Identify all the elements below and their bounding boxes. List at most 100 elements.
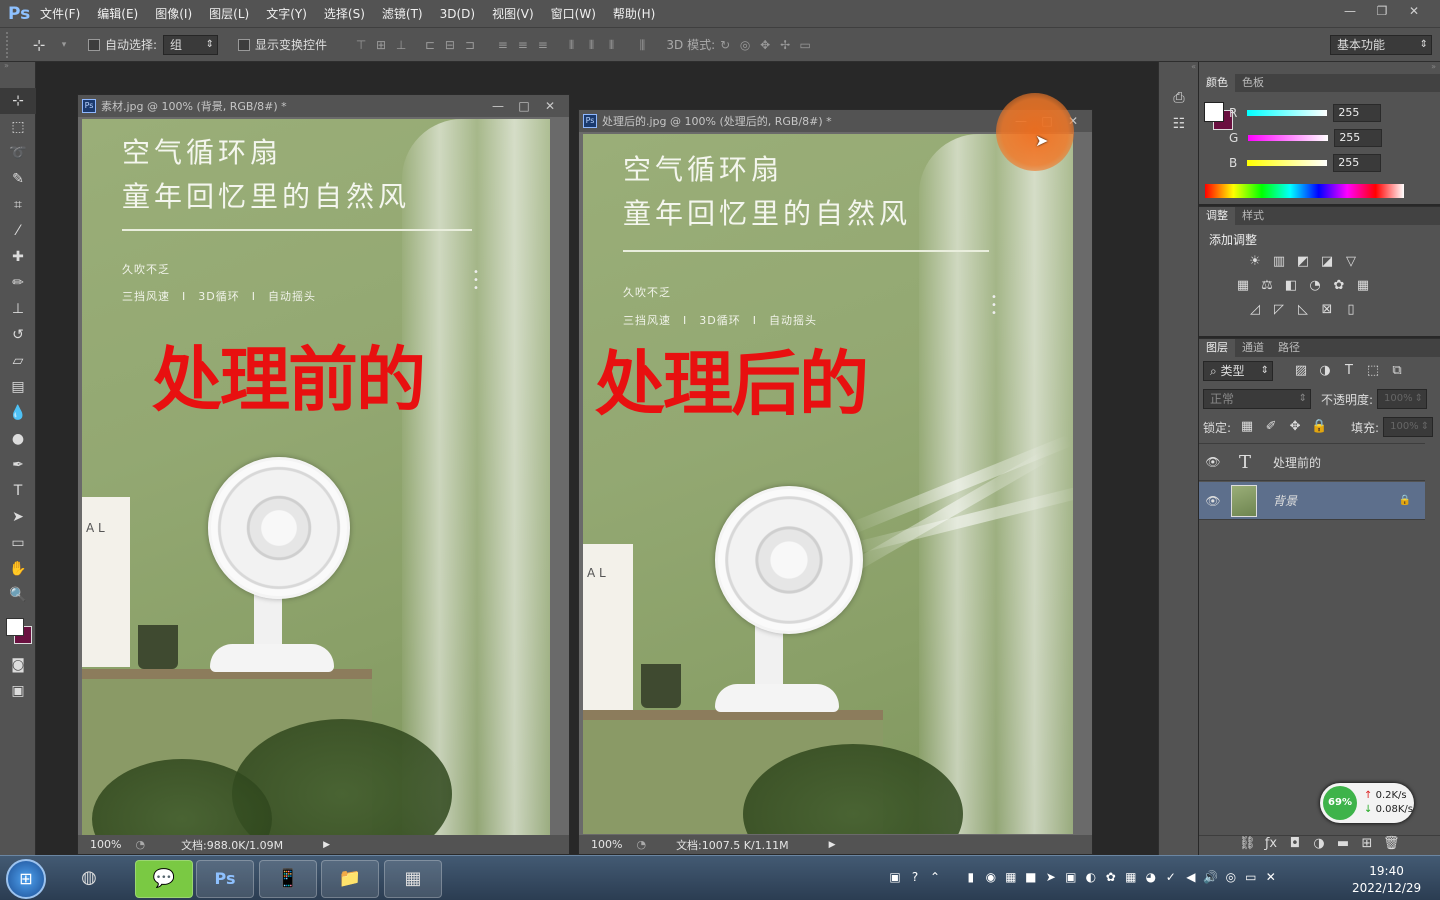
exposure-icon[interactable]: ◪ [1319,254,1335,270]
tray-icon-12[interactable]: ◀ [1183,870,1199,886]
canvas-before[interactable]: 空气循环扇 童年回忆里的自然风 久吹不乏 三挡风速 I 3D循环 I 自动摇头 … [82,119,550,835]
volume-icon[interactable]: 🔊 [1203,870,1219,886]
filter-adjust-icon[interactable]: ◑ [1317,363,1333,379]
distribute-vcenter-icon[interactable]: ≡ [516,38,530,52]
levels-icon[interactable]: ▥ [1271,254,1287,270]
align-top-icon[interactable]: ⊤ [354,38,368,52]
tab-adjustments[interactable]: 调整 [1199,207,1235,225]
start-button[interactable]: ⊞ [6,859,46,899]
crop-tool-icon[interactable]: ⌗ [0,192,36,218]
distribute-right-icon[interactable]: ⫴ [605,38,619,52]
show-transform-checkbox[interactable] [238,38,251,51]
gradient-tool-icon[interactable]: ▤ [0,374,36,400]
photoshop-taskbar-icon[interactable]: Ps [196,860,254,898]
tray-icon-8[interactable]: ✿ [1103,870,1119,886]
tab-styles[interactable]: 样式 [1235,207,1271,225]
tray-icon-3[interactable]: ▦ [1003,870,1019,886]
tray-icon-5[interactable]: ➤ [1043,870,1059,886]
phone-app-icon[interactable]: 📱 [259,860,317,898]
lock-all-icon[interactable]: 🔒 [1311,419,1327,435]
tray-icon-7[interactable]: ◐ [1083,870,1099,886]
tray-icon-11[interactable]: ✓ [1163,870,1179,886]
hand-tool-icon[interactable]: ✋ [0,556,36,582]
properties-panel-icon[interactable]: ☷ [1159,111,1199,137]
link-layers-icon[interactable]: ⛓ [1239,836,1256,852]
menu-layer[interactable]: 图层(L) [209,5,249,22]
doc-close-icon[interactable]: ✕ [537,97,563,115]
tab-paths[interactable]: 路径 [1271,339,1307,357]
auto-align-icon[interactable]: ⫼ [635,38,649,52]
qq-icon[interactable]: ◕ [1143,870,1159,886]
tray-expand-icon[interactable]: ⌃ [927,870,943,886]
filter-type-icon[interactable]: T [1341,363,1357,379]
battery-icon[interactable]: ▮ [963,870,979,886]
distribute-top-icon[interactable]: ≡ [496,38,510,52]
fx-icon[interactable]: ƒx [1263,836,1279,852]
color-lookup-icon[interactable]: ▦ [1355,278,1371,294]
curves-icon[interactable]: ◩ [1295,254,1311,270]
color-spectrum[interactable] [1205,184,1404,198]
network-icon[interactable]: ◎ [1223,870,1239,886]
quick-select-tool-icon[interactable]: ✎ [0,166,36,192]
restore-icon[interactable]: ❐ [1368,2,1396,20]
posterize-icon[interactable]: ◸ [1271,302,1287,318]
fill-input[interactable]: 100% [1383,417,1434,437]
zoom-level[interactable]: 100% [90,838,121,851]
gradient-map-icon[interactable]: ▯ [1343,302,1359,318]
color-swatches[interactable] [0,608,35,652]
blue-track[interactable] [1247,160,1328,166]
status-icon[interactable]: ◔ [636,838,646,851]
new-adjustment-icon[interactable]: ◑ [1311,836,1327,852]
lock-paint-icon[interactable]: ✐ [1263,419,1279,435]
collapse-icon[interactable]: « [1159,62,1198,71]
shape-tool-icon[interactable]: ▭ [0,530,36,556]
align-bottom-icon[interactable]: ⊥ [394,38,408,52]
auto-select-checkbox[interactable] [88,38,100,51]
menu-image[interactable]: 图像(I) [155,5,192,22]
blue-slider[interactable]: B 255 [1229,154,1382,172]
hue-icon[interactable]: ▦ [1235,278,1251,294]
move-tool-icon[interactable]: ⊹ [27,37,51,52]
menu-help[interactable]: 帮助(H) [613,5,655,22]
eyedropper-tool-icon[interactable]: ⁄ [0,218,36,244]
document-window-after[interactable]: Ps 处理后的.jpg @ 100% (处理后的, RGB/8#) * — □ … [578,109,1093,855]
screen-mode-icon[interactable]: ▣ [0,678,36,704]
healing-brush-tool-icon[interactable]: ✚ [0,244,36,270]
menu-filter[interactable]: 滤镜(T) [382,5,423,22]
file-explorer-icon[interactable]: 📁 [321,860,379,898]
align-left-icon[interactable]: ⊏ [423,38,437,52]
tray-icon-4[interactable]: ■ [1023,870,1039,886]
clock[interactable]: 19:40 2022/12/29 [1352,863,1421,897]
selective-color-icon[interactable]: ⊠ [1319,302,1335,318]
doc-title-bar[interactable]: Ps 素材.jpg @ 100% (背景, RGB/8#) * — □ ✕ [78,95,569,117]
align-right-icon[interactable]: ⊐ [463,38,477,52]
wechat-icon[interactable]: 💬 [135,860,193,898]
eye-icon[interactable]: 👁 [1199,455,1227,469]
auto-select-toggle[interactable]: 自动选择: [88,36,157,53]
layer-name[interactable]: 背景 [1273,492,1297,509]
network-monitor-widget[interactable]: 69% ↑ 0.2K/s ↓ 0.08K/s [1320,783,1414,823]
tab-swatches[interactable]: 色板 [1235,74,1271,92]
align-vcenter-icon[interactable]: ⊞ [374,38,388,52]
zoom-level[interactable]: 100% [591,838,622,851]
move-tool-icon[interactable]: ⊹ [0,88,36,114]
eye-icon[interactable]: 👁 [1199,494,1227,508]
wechat-tray-icon[interactable]: ◉ [983,870,999,886]
align-hcenter-icon[interactable]: ⊟ [443,38,457,52]
green-track[interactable] [1248,135,1329,141]
layer-row-text[interactable]: 👁 T 处理前的 [1199,443,1425,481]
lasso-tool-icon[interactable]: ➰ [0,140,36,166]
document-window-before[interactable]: Ps 素材.jpg @ 100% (背景, RGB/8#) * — □ ✕ 空气… [77,94,570,855]
help-icon[interactable]: ? [907,870,923,886]
menu-view[interactable]: 视图(V) [492,5,534,22]
menu-select[interactable]: 选择(S) [324,5,365,22]
marquee-tool-icon[interactable]: ⬚ [0,114,36,140]
blur-tool-icon[interactable]: 💧 [0,400,36,426]
invert-icon[interactable]: ◿ [1247,302,1263,318]
channel-mixer-icon[interactable]: ✿ [1331,278,1347,294]
foreground-color-swatch[interactable] [6,618,24,636]
status-arrow-icon[interactable]: ▶ [323,840,330,850]
tray-icon-16[interactable]: ✕ [1263,870,1279,886]
type-tool-icon[interactable]: T [0,478,36,504]
close-icon[interactable]: ✕ [1400,2,1428,20]
